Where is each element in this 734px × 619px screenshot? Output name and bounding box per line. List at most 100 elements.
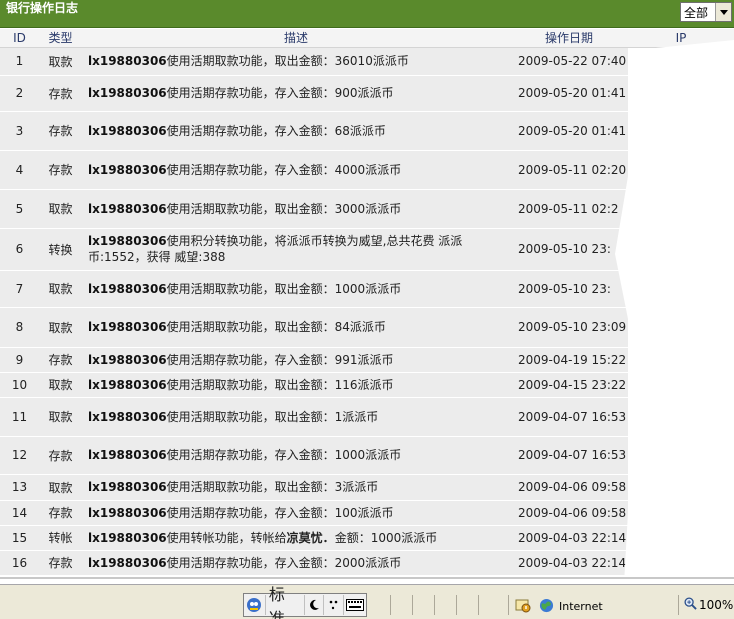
row-id: 2: [0, 75, 39, 112]
row-type: 取款: [39, 270, 82, 308]
row-date: 2009-04-03 22:14: [510, 525, 628, 551]
row-action: 使用活期取款功能，取出金额：116派派币: [166, 377, 394, 392]
zoom-control[interactable]: 100%: [684, 597, 733, 613]
row-id: 9: [0, 347, 39, 373]
row-date: 2009-05-10 23:09: [510, 307, 628, 348]
row-description: lx19880306使用活期取款功能，取出金额：3000派派币: [82, 189, 510, 229]
table-row: 15 转帐 lx19880306使用转帐功能，转帐给凉莫忧．金额：1000派派币…: [0, 525, 734, 551]
row-type: 存款: [39, 436, 82, 475]
chevron-down-icon[interactable]: [715, 3, 731, 21]
row-description: lx19880306使用活期取款功能，取出金额：1派派币: [82, 397, 510, 437]
row-date: 2009-05-10 23:: [510, 228, 628, 271]
punctuation-icon[interactable]: [324, 595, 345, 615]
status-divider: [678, 595, 679, 615]
table-row: 13 取款 lx19880306使用活期取款功能，取出金额：3派派币 2009-…: [0, 474, 734, 501]
row-user: lx19880306: [88, 234, 167, 248]
row-date: 2009-04-03 22:14: [510, 550, 628, 576]
column-header-id: ID: [0, 29, 39, 48]
row-description: lx19880306使用活期取款功能，取出金额：116派派币: [82, 372, 510, 398]
row-date: 2009-05-11 02:20: [510, 150, 628, 190]
row-type: 取款: [39, 189, 82, 229]
row-id: 5: [0, 189, 39, 229]
row-action: 使用活期取款功能，取出金额：84派派币: [166, 320, 386, 334]
row-action: 使用活期取款功能，取出金额：1000派派币: [166, 281, 402, 296]
status-divider: [456, 595, 457, 615]
row-type: 取款: [39, 372, 82, 398]
row-date: 2009-05-11 02:2: [510, 189, 628, 229]
table-row: 11 取款 lx19880306使用活期取款功能，取出金额：1派派币 2009-…: [0, 397, 734, 437]
row-user: lx19880306: [88, 162, 167, 177]
row-date: 2009-04-19 15:22: [510, 347, 628, 373]
type-filter-value: 全部: [684, 5, 709, 20]
keyboard-icon[interactable]: [344, 595, 366, 615]
row-action: 使用活期存款功能，存入金额：991派派币: [166, 352, 394, 367]
security-zone[interactable]: Internet: [515, 597, 603, 616]
row-type: 取款: [39, 474, 82, 501]
row-description: lx19880306使用活期取款功能，取出金额：84派派币: [82, 307, 510, 348]
row-id: 4: [0, 150, 39, 190]
row-description: lx19880306使用活期存款功能，存入金额：2000派派币: [82, 550, 510, 576]
row-action: 使用活期存款功能，存入金额：1000派派币: [166, 448, 402, 462]
row-user: lx19880306: [88, 54, 167, 68]
column-header-type: 类型: [39, 29, 82, 48]
table-header-row: ID 类型 描述 操作日期 IP: [0, 29, 734, 48]
row-description: lx19880306使用活期存款功能，存入金额：4000派派币: [82, 150, 510, 190]
row-description: lx19880306使用活期取款功能，取出金额：36010派派币: [82, 47, 510, 76]
row-description: lx19880306使用活期存款功能，存入金额：68派派币: [82, 111, 510, 151]
row-user: lx19880306: [88, 201, 167, 216]
row-date: 2009-05-20 01:41: [510, 75, 628, 112]
row-description: lx19880306使用活期存款功能，存入金额：100派派币: [82, 500, 510, 526]
row-action: 使用活期存款功能，存入金额：4000派派币: [166, 162, 402, 177]
table-row: 4 存款 lx19880306使用活期存款功能，存入金额：4000派派币 200…: [0, 150, 734, 190]
moon-icon[interactable]: [305, 595, 325, 615]
row-action: 使用活期存款功能，存入金额：900派派币: [166, 86, 394, 100]
row-type: 取款: [39, 307, 82, 348]
row-action: 使用活期取款功能，取出金额：36010派派币: [166, 54, 409, 68]
row-action: 使用活期存款功能，存入金额：100派派币: [166, 505, 394, 520]
row-date: 2009-04-07 16:53: [510, 397, 628, 437]
ime-logo-icon[interactable]: [244, 595, 266, 615]
row-description: lx19880306使用转帐功能，转帐给凉莫忧．金额：1000派派币: [82, 525, 510, 551]
status-divider: [434, 595, 435, 615]
title-bar: 银行操作日志 全部: [0, 0, 734, 28]
page-title: 银行操作日志: [6, 1, 79, 15]
column-header-desc: 描述: [82, 29, 510, 48]
row-action: 使用活期取款功能，取出金额：3000派派币: [166, 201, 402, 216]
ime-mode-label[interactable]: 标准: [266, 585, 305, 619]
row-id: 7: [0, 270, 39, 308]
row-id: 15: [0, 525, 39, 551]
row-date: 2009-04-06 09:58: [510, 474, 628, 501]
table-row: 2 存款 lx19880306使用活期存款功能，存入金额：900派派币 2009…: [0, 75, 734, 112]
column-header-date: 操作日期: [510, 29, 628, 48]
row-id: 16: [0, 550, 39, 576]
row-id: 13: [0, 474, 39, 501]
row-type: 存款: [39, 550, 82, 576]
security-zone-icon: [515, 597, 531, 616]
row-action: 使用转帐功能，转帐给: [166, 530, 287, 545]
status-divider: [412, 595, 413, 615]
row-action: 使用活期存款功能，存入金额：2000派派币: [166, 555, 402, 570]
table-row: 3 存款 lx19880306使用活期存款功能，存入金额：68派派币 2009-…: [0, 111, 734, 151]
row-user: lx19880306: [88, 86, 167, 100]
row-user: lx19880306: [88, 409, 167, 424]
row-user: lx19880306: [88, 448, 167, 462]
ime-toolbar[interactable]: 标准: [243, 585, 367, 619]
status-divider: [508, 595, 509, 615]
row-description: lx19880306使用活期存款功能，存入金额：991派派币: [82, 347, 510, 373]
table-row: 9 存款 lx19880306使用活期存款功能，存入金额：991派派币 2009…: [0, 347, 734, 373]
row-date: 2009-05-20 01:41: [510, 111, 628, 151]
row-action: 使用活期取款功能，取出金额：1派派币: [166, 409, 379, 424]
row-user: lx19880306: [88, 480, 167, 494]
row-type: 取款: [39, 397, 82, 437]
row-id: 6: [0, 228, 39, 271]
type-filter-select[interactable]: 全部: [680, 2, 732, 22]
row-description: lx19880306使用活期取款功能，取出金额：3派派币: [82, 474, 510, 501]
row-id: 11: [0, 397, 39, 437]
row-date: 2009-04-15 23:22: [510, 372, 628, 398]
row-id: 3: [0, 111, 39, 151]
table-row: 1 取款 lx19880306使用活期取款功能，取出金额：36010派派币 20…: [0, 47, 734, 76]
browser-status-bar: 标准 Internet 100%: [0, 584, 734, 619]
row-type: 取款: [39, 47, 82, 76]
row-user: lx19880306: [88, 530, 167, 545]
row-action-tail: 金额：1000派派币: [334, 530, 438, 545]
